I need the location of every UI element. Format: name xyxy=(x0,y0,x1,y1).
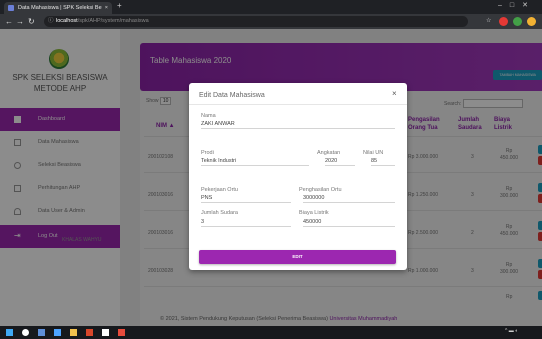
pekerjaan-ortu-label: Pekerjaan Ortu xyxy=(201,187,238,193)
app-icon[interactable] xyxy=(102,329,109,336)
penghasilan-ortu-field[interactable]: 3000000 xyxy=(303,195,395,203)
tab-title: Data Mahasiswa | SPK Seleksi Be xyxy=(18,5,102,11)
biaya-listrik-field[interactable]: 450000 xyxy=(303,219,395,227)
windows-start-icon[interactable] xyxy=(6,329,13,336)
app-icon[interactable] xyxy=(118,329,125,336)
profile-avatar[interactable] xyxy=(527,17,536,26)
chrome-browser-icon[interactable] xyxy=(86,329,93,336)
angkatan-field[interactable]: 2020 xyxy=(325,158,355,166)
window-controls[interactable]: –□✕ xyxy=(498,1,536,9)
edit-submit-button[interactable]: EDIT xyxy=(199,250,396,264)
jumlah-saudara-field[interactable]: 3 xyxy=(201,219,291,227)
file-explorer-icon[interactable] xyxy=(70,329,77,336)
tab-close-icon[interactable]: × xyxy=(105,2,108,14)
site-info-icon[interactable]: ⓘ xyxy=(48,16,54,27)
url-path: /spk/AHP/system/mahasiswa xyxy=(77,18,149,24)
pekerjaan-ortu-field[interactable]: PNS xyxy=(201,195,291,203)
biaya-listrik-label: Biaya Listrik xyxy=(299,210,329,216)
reload-icon[interactable]: ↻ xyxy=(28,16,35,27)
prodi-field[interactable]: Teknik Industri xyxy=(201,158,309,166)
nilai-un-label: Nilai UN xyxy=(363,150,384,156)
modal-close-icon[interactable]: × xyxy=(392,89,397,98)
favicon-icon xyxy=(8,5,14,11)
angkatan-label: Angkatan xyxy=(317,150,341,156)
extension-icon[interactable] xyxy=(499,17,508,26)
forward-icon[interactable]: → xyxy=(16,16,24,27)
edit-mahasiswa-modal: Edit Data Mahasiswa × Nama ZAKI ANWAR Pr… xyxy=(189,83,407,270)
bookmark-star-icon[interactable]: ☆ xyxy=(486,16,491,27)
modal-title: Edit Data Mahasiswa xyxy=(199,92,265,99)
url-input[interactable]: ⓘ localhost/spk/AHP/system/mahasiswa xyxy=(44,16,468,27)
url-host: localhost xyxy=(56,18,78,24)
extension-icon[interactable] xyxy=(513,17,522,26)
address-bar: ← → ↻ ⓘ localhost/spk/AHP/system/mahasis… xyxy=(0,14,542,29)
jumlah-saudara-label: Jumlah Sudara xyxy=(201,210,238,216)
nama-label: Nama xyxy=(201,113,216,119)
nama-field[interactable]: ZAKI ANWAR xyxy=(201,121,395,129)
edge-browser-icon[interactable] xyxy=(54,329,61,336)
prodi-label: Prodi xyxy=(201,150,214,156)
new-tab-button[interactable]: + xyxy=(117,1,122,10)
task-view-icon[interactable] xyxy=(38,329,45,336)
browser-tab-bar: Data Mahasiswa | SPK Seleksi Be × + –□✕ xyxy=(0,0,542,14)
penghasilan-ortu-label: Penghasilan Ortu xyxy=(299,187,342,193)
nilai-un-field[interactable]: 85 xyxy=(371,158,395,166)
os-taskbar: ^ ▬ ◐ xyxy=(0,326,542,339)
modal-divider xyxy=(189,104,407,105)
search-icon[interactable] xyxy=(22,329,29,336)
system-tray[interactable]: ^ ▬ ◐ xyxy=(505,328,525,335)
back-icon[interactable]: ← xyxy=(5,16,13,27)
browser-tab[interactable]: Data Mahasiswa | SPK Seleksi Be × xyxy=(4,2,112,14)
